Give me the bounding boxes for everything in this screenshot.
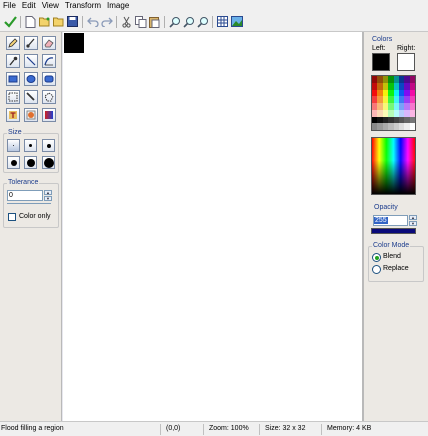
opacity-bar[interactable] (371, 228, 416, 234)
palette-swatch[interactable] (409, 76, 415, 83)
status-position: (0,0) (166, 425, 181, 432)
grid-icon[interactable] (216, 15, 229, 28)
rect-select-icon[interactable] (6, 90, 20, 104)
menu-transform[interactable]: Transform (62, 0, 104, 12)
tolerance-stepper[interactable]: ▲ ▼ (44, 190, 52, 201)
opacity-title: Opacity (373, 204, 399, 211)
size-button-2[interactable] (24, 139, 37, 152)
color-mode-group (368, 246, 424, 282)
menu-edit[interactable]: Edit (19, 0, 39, 12)
size-button-4[interactable] (7, 156, 20, 169)
undo-icon[interactable] (86, 15, 99, 28)
text-icon[interactable] (6, 108, 20, 122)
left-color-label: Left: (372, 45, 386, 52)
open-folder-icon[interactable] (52, 15, 65, 28)
cut-icon[interactable] (120, 15, 133, 28)
menu-view[interactable]: View (39, 0, 62, 12)
line-icon[interactable] (24, 54, 38, 68)
palette-swatch[interactable] (409, 109, 415, 117)
status-memory: Memory: 4 KB (327, 425, 372, 432)
blend-label: Blend (383, 253, 401, 260)
brush-icon[interactable] (24, 36, 38, 50)
left-color-swatch[interactable] (372, 53, 390, 71)
color-spectrum[interactable] (371, 137, 416, 195)
palette-swatch[interactable] (409, 89, 415, 97)
paint-bucket-icon[interactable] (24, 108, 38, 122)
tolerance-input[interactable]: 0 (7, 190, 43, 201)
pencil-icon[interactable] (6, 36, 20, 50)
zoom-out-icon[interactable] (182, 15, 195, 28)
size-button-6[interactable] (42, 156, 55, 169)
palette-swatch[interactable] (409, 103, 415, 110)
rectangle-icon[interactable] (6, 72, 20, 86)
redo-icon[interactable] (100, 15, 113, 28)
tolerance-slider-track[interactable] (7, 203, 51, 204)
size-button-3[interactable] (42, 139, 55, 152)
colors-title: Colors (371, 36, 394, 43)
palette-swatch[interactable] (409, 123, 415, 130)
palette-swatch[interactable] (409, 82, 415, 90)
palette-swatch[interactable] (409, 116, 415, 124)
check-icon[interactable] (4, 15, 17, 28)
color-palette[interactable] (371, 75, 416, 131)
zoom-in-icon[interactable] (168, 15, 181, 28)
copy-icon[interactable] (134, 15, 147, 28)
canvas-area[interactable] (63, 32, 363, 421)
menu-file[interactable]: File (0, 0, 19, 12)
right-color-swatch[interactable] (397, 53, 415, 71)
status-message: Flood filling a region (1, 425, 64, 432)
opacity-input[interactable]: 255 (373, 215, 408, 226)
toolbar (0, 12, 428, 32)
replace-label: Replace (383, 265, 409, 272)
gradient-icon[interactable] (42, 108, 56, 122)
palette-swatch[interactable] (409, 96, 415, 103)
eraser-icon[interactable] (42, 36, 56, 50)
opacity-stepper[interactable]: ▲ ▼ (409, 215, 417, 226)
status-zoom: Zoom: 100% (209, 425, 249, 432)
tools-panel: Size Tolerance 0 ▲ ▼ Color only (0, 32, 62, 421)
color-only-label: Color only (19, 213, 51, 220)
tolerance-title: Tolerance (7, 179, 40, 186)
menu-image[interactable]: Image (104, 0, 132, 12)
status-size: Size: 32 x 32 (265, 425, 306, 432)
spin-down-icon[interactable]: ▼ (409, 221, 417, 226)
color-mode-title: Color Mode (372, 242, 411, 249)
ellipse-icon[interactable] (24, 72, 38, 86)
replace-radio[interactable] (372, 265, 381, 274)
opacity-value: 255 (374, 217, 388, 224)
zoom-actual-icon[interactable] (196, 15, 209, 28)
status-bar: Flood filling a region (0,0) Zoom: 100% … (0, 421, 428, 436)
size-title: Size (7, 129, 23, 136)
colors-panel: Colors Left: Right: Opacity 255 ▲ ▼ Colo… (363, 32, 428, 421)
color-picker-icon[interactable] (6, 54, 20, 68)
size-button-1[interactable] (7, 139, 20, 152)
spin-up-icon[interactable]: ▲ (44, 190, 52, 195)
color-only-checkbox[interactable] (8, 213, 16, 221)
size-button-5[interactable] (24, 156, 37, 169)
open-icon[interactable] (38, 15, 51, 28)
image-canvas[interactable] (64, 33, 84, 53)
spin-up-icon[interactable]: ▲ (409, 215, 417, 220)
blend-radio[interactable] (372, 253, 381, 262)
right-color-label: Right: (397, 45, 416, 52)
paste-icon[interactable] (148, 15, 161, 28)
rounded-rect-icon[interactable] (42, 72, 56, 86)
new-icon[interactable] (24, 15, 37, 28)
save-icon[interactable] (66, 15, 79, 28)
radio-selected-dot (374, 255, 379, 260)
image-icon[interactable] (230, 15, 243, 28)
menu-bar: File Edit View Transform Image (0, 0, 428, 12)
magic-wand-icon[interactable] (24, 90, 38, 104)
lasso-icon[interactable] (42, 90, 56, 104)
spin-down-icon[interactable]: ▼ (44, 196, 52, 201)
curve-icon[interactable] (42, 54, 56, 68)
